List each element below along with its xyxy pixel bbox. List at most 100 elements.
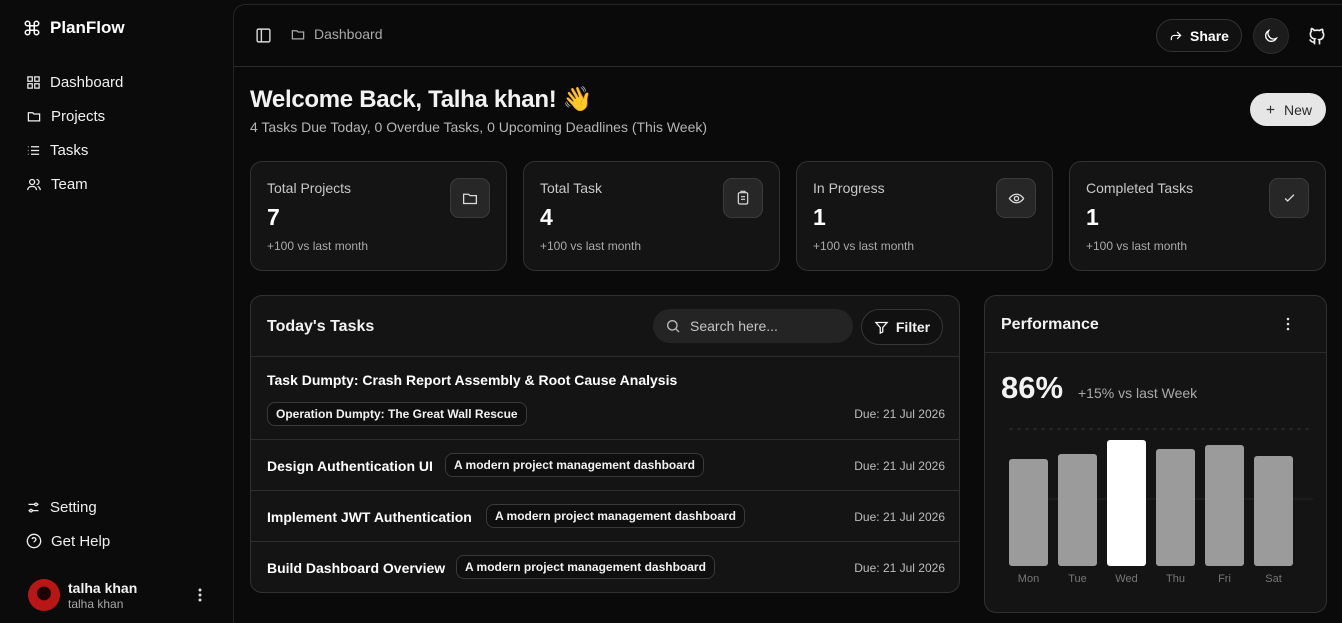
sidebar-item-label: Team — [51, 175, 88, 193]
topbar: Dashboard Share — [234, 5, 1342, 67]
folder-icon — [27, 111, 41, 121]
sidebar-item-get-help[interactable]: Get Help — [26, 524, 110, 558]
task-due-date: Due: 21 Jul 2026 — [854, 561, 945, 575]
breadcrumb[interactable]: Dashboard — [290, 26, 383, 42]
todays-tasks-panel: Today's Tasks Filter Task Dumpty: Crash … — [250, 295, 960, 593]
new-button[interactable]: New — [1250, 93, 1326, 126]
filter-label: Filter — [895, 319, 931, 335]
performance-value: 86% — [1001, 370, 1064, 405]
user-name: talha khan — [68, 579, 138, 596]
x-axis-label-tue: Tue — [1068, 573, 1087, 585]
users-icon — [27, 178, 41, 190]
stat-label: In Progress — [813, 180, 885, 196]
search-icon — [667, 320, 680, 333]
theme-toggle-button[interactable] — [1253, 18, 1289, 54]
github-link[interactable] — [1305, 24, 1329, 48]
main-content: Dashboard Share Welcome Back, Talha khan… — [233, 4, 1342, 623]
sidebar-item-dashboard[interactable]: Dashboard — [26, 65, 123, 99]
more-vertical-icon[interactable] — [192, 585, 208, 605]
task-row[interactable]: Build Dashboard Overview A modern projec… — [251, 541, 959, 592]
sidebar-item-label: Setting — [50, 498, 97, 516]
share-button[interactable]: Share — [1156, 19, 1242, 52]
user-profile[interactable]: talha khan talha khan — [28, 579, 208, 611]
clipboard-icon — [723, 178, 763, 218]
stat-value: 4 — [540, 204, 553, 230]
stat-value: 1 — [1086, 204, 1099, 230]
settings-sliders-icon — [28, 502, 39, 512]
task-row[interactable]: Implement JWT Authentication A modern pr… — [251, 490, 959, 541]
stat-value: 7 — [267, 204, 280, 230]
performance-panel: Performance 86% +15% vs last Week Mon Tue… — [984, 295, 1327, 613]
sidebar-nav: Dashboard Projects Tasks Team — [26, 65, 123, 201]
x-axis-label-mon: Mon — [1018, 573, 1039, 585]
project-tag: Operation Dumpty: The Great Wall Rescue — [267, 402, 527, 426]
task-title: Design Authentication UI — [267, 458, 433, 474]
task-row[interactable]: Task Dumpty: Crash Report Assembly & Roo… — [251, 356, 959, 439]
share-icon — [1170, 31, 1182, 40]
sidebar-item-team[interactable]: Team — [26, 167, 123, 201]
sidebar-item-label: Get Help — [51, 532, 111, 550]
bar-mon — [1009, 459, 1048, 566]
x-axis-label-wed: Wed — [1115, 573, 1137, 585]
eye-icon — [996, 178, 1036, 218]
stat-card-completed-tasks: Completed Tasks 1 +100 vs last month — [1069, 161, 1326, 271]
stat-label: Total Task — [540, 180, 602, 196]
project-tag: A modern project management dashboard — [456, 555, 715, 579]
panel-title: Today's Tasks — [267, 318, 375, 335]
stat-change: +100 vs last month — [1086, 239, 1188, 253]
folder-icon — [450, 178, 490, 218]
bar-sat — [1254, 456, 1293, 566]
task-due-date: Due: 21 Jul 2026 — [854, 407, 945, 421]
stat-card-in-progress: In Progress 1 +100 vs last month — [796, 161, 1053, 271]
sidebar-toggle-icon[interactable] — [255, 27, 273, 45]
bar-wed — [1107, 440, 1146, 566]
sidebar-item-label: Tasks — [50, 141, 89, 159]
stat-label: Completed Tasks — [1086, 180, 1194, 196]
filter-icon — [874, 321, 889, 334]
bar-thu — [1156, 449, 1195, 566]
sidebar-item-projects[interactable]: Projects — [26, 99, 123, 133]
stat-change: +100 vs last month — [540, 239, 642, 253]
new-label: New — [1283, 101, 1312, 118]
plus-icon — [1266, 105, 1275, 114]
stat-value: 1 — [813, 204, 826, 230]
axis-labels: Mon Tue Wed Thu Fri Sat — [1018, 573, 1282, 585]
sidebar-item-label: Projects — [51, 107, 106, 125]
check-icon — [1269, 178, 1309, 218]
bar-tue — [1058, 454, 1097, 566]
moon-icon — [1265, 29, 1278, 42]
task-title: Build Dashboard Overview — [267, 560, 446, 576]
bar-group — [1009, 440, 1293, 566]
search-input[interactable] — [690, 318, 840, 334]
github-icon — [1309, 27, 1325, 45]
search-field[interactable] — [653, 309, 853, 343]
divider — [985, 352, 1326, 353]
project-tag: A modern project management dashboard — [486, 504, 745, 528]
more-vertical-icon[interactable] — [1286, 317, 1302, 335]
stat-change: +100 vs last month — [813, 239, 915, 253]
folder-icon — [291, 29, 305, 39]
performance-bar-chart: Mon Tue Wed Thu Fri Sat — [1009, 428, 1313, 585]
page-title: Welcome Back, Talha khan! 👋 — [250, 86, 593, 113]
app-name: PlanFlow — [50, 18, 125, 37]
task-row[interactable]: Design Authentication UI A modern projec… — [251, 439, 959, 490]
stat-change: +100 vs last month — [267, 239, 369, 253]
page-subtitle: 4 Tasks Due Today, 0 Overdue Tasks, 0 Up… — [250, 119, 708, 135]
sidebar-item-setting[interactable]: Setting — [26, 490, 110, 524]
avatar — [28, 579, 60, 611]
sidebar-bottom-nav: Setting Get Help — [26, 490, 110, 558]
task-title: Task Dumpty: Crash Report Assembly & Roo… — [267, 372, 678, 388]
sidebar-item-label: Dashboard — [50, 73, 124, 91]
stat-label: Total Projects — [267, 180, 352, 196]
help-circle-icon — [26, 533, 42, 549]
performance-change: +15% vs last Week — [1078, 385, 1198, 401]
filter-button[interactable]: Filter — [861, 309, 943, 345]
bar-fri — [1205, 445, 1244, 566]
app-brand[interactable]: PlanFlow — [23, 18, 125, 38]
user-email: talha khan — [68, 596, 124, 611]
project-tag: A modern project management dashboard — [445, 453, 704, 477]
stat-card-total-projects: Total Projects 7 +100 vs last month — [250, 161, 507, 271]
list-icon — [27, 145, 40, 155]
dashboard-grid-icon — [27, 75, 40, 89]
sidebar-item-tasks[interactable]: Tasks — [26, 133, 123, 167]
